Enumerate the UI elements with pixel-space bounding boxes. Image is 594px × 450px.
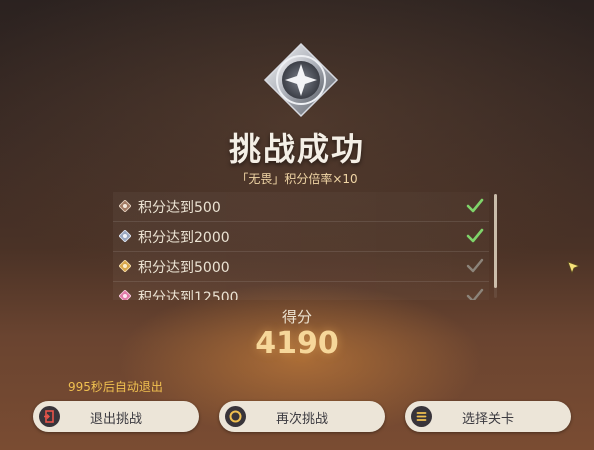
- gold-badge-icon: [119, 260, 131, 272]
- objective-label: 积分达到5000: [138, 260, 230, 276]
- pink-badge-icon: [119, 290, 131, 300]
- objective-row: 积分达到2000: [113, 222, 489, 252]
- auto-exit-countdown: 995秒后自动退出: [68, 380, 163, 394]
- silver-badge-icon: [119, 230, 131, 242]
- objective-row: 积分达到12500: [113, 282, 489, 300]
- score-value: 4190: [255, 326, 339, 361]
- exit-challenge-button[interactable]: 退出挑战: [33, 401, 199, 432]
- objective-row: 积分达到5000: [113, 252, 489, 282]
- score-label: 得分: [281, 308, 312, 326]
- objective-row: 积分达到500: [113, 192, 489, 222]
- score-multiplier-subtitle: 「无畏」积分倍率×10: [236, 172, 358, 186]
- check-pending-icon: [466, 288, 484, 300]
- scrollbar-thumb[interactable]: [494, 194, 497, 288]
- select-stage-label: 选择关卡: [461, 412, 514, 427]
- result-title: 挑战成功: [228, 130, 365, 168]
- pointer-cursor-icon: [567, 261, 581, 275]
- objective-list[interactable]: 积分达到500 积分达到2000 积分达到5000 积分达到12500: [113, 192, 489, 300]
- objective-label: 积分达到12500: [138, 290, 239, 300]
- bronze-badge-icon: [119, 200, 131, 212]
- objective-label: 积分达到2000: [138, 230, 230, 246]
- retry-challenge-button[interactable]: 再次挑战: [219, 401, 385, 432]
- select-stage-button[interactable]: 选择关卡: [405, 401, 571, 432]
- check-complete-icon: [466, 198, 484, 213]
- check-pending-icon: [466, 258, 484, 273]
- retry-challenge-label: 再次挑战: [275, 412, 328, 427]
- objective-label: 积分达到500: [138, 200, 221, 216]
- exit-challenge-label: 退出挑战: [89, 412, 142, 427]
- check-complete-icon: [466, 228, 484, 243]
- silver-star-emblem-icon: [263, 42, 339, 118]
